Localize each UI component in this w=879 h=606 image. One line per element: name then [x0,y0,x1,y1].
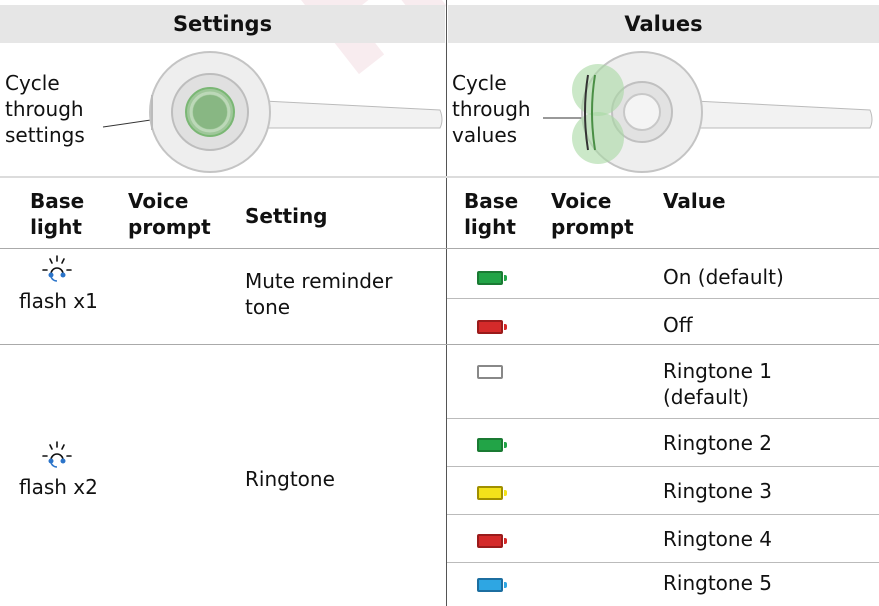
value-label: Ringtone 4 [663,527,772,551]
flash-label: flash x2 [19,475,98,499]
value-label: On (default) [663,265,784,289]
battery-icon [477,320,507,334]
value-label: Ringtone 2 [663,431,772,455]
row-divider [447,298,879,299]
battery-icon [477,271,507,285]
headset-flash-icon [42,255,72,282]
row-divider [447,418,879,419]
row-divider [0,344,879,345]
value-label: Off [663,313,693,337]
right-header-base-light: Base light [464,189,519,239]
cycle-settings-caption: Cycle through settings [5,71,85,147]
settings-header: Settings [0,5,445,43]
column-divider [446,0,447,606]
value-label: Ringtone 5 [663,571,772,595]
value-label: Ringtone 1 (default) [663,359,772,409]
cycle-values-caption: Cycle through values [452,71,531,147]
right-header-voice-prompt: Voice prompt [551,189,634,239]
battery-icon [477,578,507,592]
battery-icon [477,486,507,500]
battery-icon [477,534,507,548]
values-header: Values [448,5,879,43]
flash-label: flash x1 [19,289,98,313]
setting-label: Mute reminder tone [245,269,393,319]
value-label: Ringtone 3 [663,479,772,503]
right-header-value: Value [663,189,726,213]
headset-flash-icon [42,441,72,468]
setting-label: Ringtone [245,467,335,491]
row-divider [447,514,879,515]
headset-settings-figure [102,51,443,173]
left-header-setting: Setting [245,204,328,228]
left-header-base-light: Base light [30,189,85,239]
left-header-voice-prompt: Voice prompt [128,189,211,239]
battery-icon [477,438,507,452]
figure-table-divider [0,176,879,178]
battery-icon [477,365,507,379]
row-divider [447,466,879,467]
headset-values-figure [543,51,873,173]
header-divider [0,248,879,249]
row-divider [447,562,879,563]
